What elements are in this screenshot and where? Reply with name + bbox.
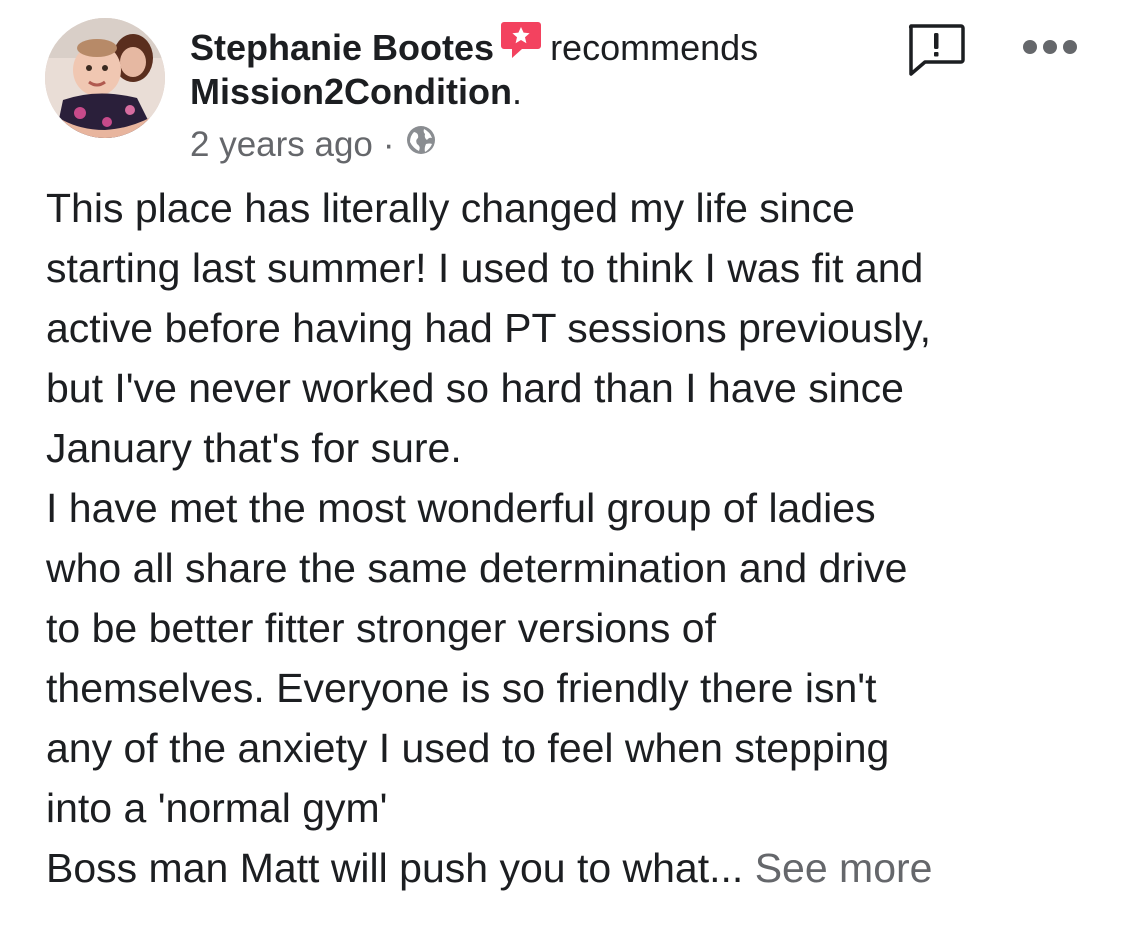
post-meta: 2 years ago · [190, 124, 870, 166]
recommends-verb: recommends [550, 27, 759, 68]
post-body-line: but I've never worked so hard than I hav… [46, 365, 904, 411]
post-body-line: Boss man Matt will push you to what... [46, 845, 755, 891]
post-header: Stephanie Bootes recommends Mission2Cond… [190, 22, 870, 166]
post-header-line: Stephanie Bootes recommends [190, 22, 870, 70]
recommend-badge-icon [500, 20, 542, 60]
post-body-line: themselves. Everyone is so friendly ther… [46, 665, 877, 711]
post-body-line: any of the anxiety I used to feel when s… [46, 725, 890, 771]
post-body-line: to be better fitter stronger versions of [46, 605, 716, 651]
more-options-button[interactable] [1020, 35, 1080, 59]
post-body-line: into a 'normal gym' [46, 785, 388, 831]
avatar-image [45, 18, 165, 138]
meta-separator: · [382, 125, 395, 164]
post-body-line: starting last summer! I used to think I … [46, 245, 924, 291]
more-horizontal-icon [1023, 40, 1077, 54]
post-body-line: I have met the most wonderful group of l… [46, 485, 876, 531]
page-name-period: . [511, 71, 522, 112]
globe-icon [405, 124, 437, 166]
page-name-link[interactable]: Mission2Condition [190, 71, 512, 112]
author-name[interactable]: Stephanie Bootes [190, 27, 494, 68]
report-exclamation-icon [908, 24, 965, 76]
post-body-line: who all share the same determination and… [46, 545, 908, 591]
post-body-line: active before having had PT sessions pre… [46, 305, 932, 351]
post-body-line: This place has literally changed my life… [46, 185, 855, 231]
see-more-link[interactable]: See more [755, 845, 933, 891]
post-timestamp[interactable]: 2 years ago [190, 124, 373, 166]
avatar[interactable] [45, 18, 165, 138]
post-body: This place has literally changed my life… [46, 178, 1096, 898]
post-body-last-line: Boss man Matt will push you to what... S… [46, 838, 1096, 898]
report-button[interactable] [905, 22, 967, 80]
page-line: Mission2Condition. [190, 70, 870, 114]
post-body-line: January that's for sure. [46, 425, 462, 471]
